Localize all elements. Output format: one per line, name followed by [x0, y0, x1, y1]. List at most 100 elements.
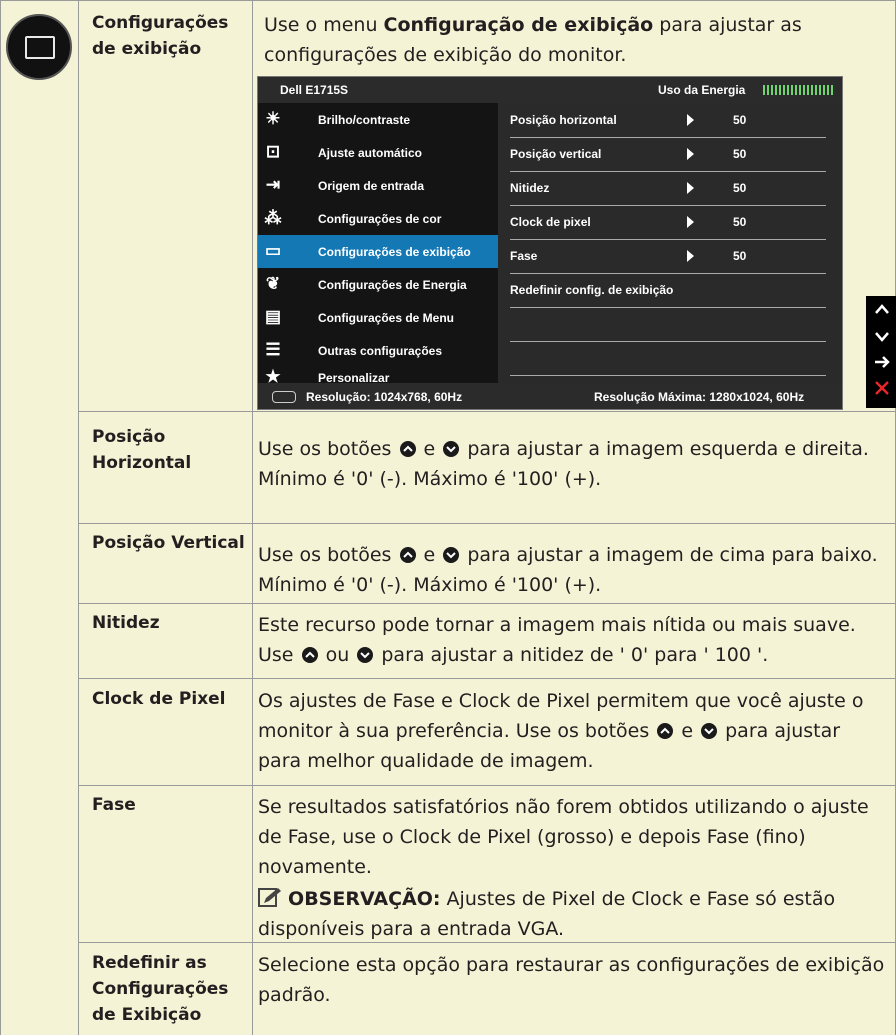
row-desc-sharpness: Este recurso pode tornar a imagem mais n… — [258, 610, 888, 670]
osd-menu-item[interactable]: ⊡ Ajuste automático — [258, 136, 498, 169]
osd-menu-label: Brilho/contraste — [318, 113, 411, 127]
display-settings-table: Configurações de exibição Use o menu Con… — [0, 0, 896, 1035]
osd-energy-label: Uso da Energia — [658, 83, 746, 97]
desc-text: Use os botões — [258, 544, 392, 566]
brightness-icon: ☀ — [265, 109, 281, 128]
note: OBSERVAÇÃO: Ajustes de Pixel de Clock e … — [258, 884, 888, 944]
border-top — [0, 0, 896, 1]
play-arrow-icon — [687, 148, 694, 160]
play-arrow-icon — [687, 182, 694, 194]
osd-resolution: Resolução: 1024x768, 60Hz — [306, 390, 463, 404]
up-arrow-icon[interactable] — [872, 300, 892, 324]
desc-text: para ajustar a nitidez de ' 0' para ' 10… — [381, 644, 769, 666]
up-button-icon — [657, 723, 674, 739]
row-divider — [78, 603, 896, 604]
row-desc-vertical-position: Use os botões e para ajustar a imagem de… — [258, 540, 888, 600]
osd-menu-item[interactable]: ★ Personalizar — [258, 367, 498, 386]
osd-menu-label: Configurações de exibição — [318, 245, 471, 259]
down-button-icon — [701, 723, 718, 739]
down-button-icon — [357, 647, 374, 663]
up-button-icon — [399, 441, 416, 457]
row-divider — [78, 678, 896, 679]
input-source-icon: ⇥ — [265, 175, 281, 194]
osd-submenu-label: Posição vertical — [510, 147, 602, 161]
intro-pre: Use o menu — [264, 14, 378, 36]
down-button-icon — [443, 441, 460, 457]
osd-menu-item[interactable]: ⁂ Configurações de cor — [258, 202, 498, 235]
down-button-icon — [443, 547, 460, 563]
row-label-reset-display: Redefinir as Configurações de Exibição — [92, 953, 229, 1025]
row-desc-pixel-clock: Os ajustes de Fase e Clock de Pixel perm… — [258, 686, 888, 776]
osd-menu-label: Configurações de cor — [318, 212, 442, 226]
display-settings-icon: ▭ — [264, 241, 282, 260]
energy-meter — [763, 85, 833, 95]
play-arrow-icon — [687, 216, 694, 228]
osd-menu: Dell E1715S Uso da Energia ☀ Brilho/contr… — [257, 76, 843, 410]
osd-submenu-label: Clock de pixel — [510, 215, 591, 229]
other-settings-icon: ☰ — [265, 340, 281, 359]
osd-menu-item[interactable]: ☰ Outras configurações — [258, 334, 498, 367]
osd-menu-label: Configurações de Energia — [318, 278, 467, 292]
color-settings-icon: ⁂ — [264, 208, 282, 227]
row-divider — [78, 523, 896, 524]
right-arrow-icon[interactable] — [872, 352, 892, 376]
osd-menu-item[interactable]: ☀ Brilho/contraste — [258, 103, 498, 136]
osd-header: Dell E1715S Uso da Energia — [258, 77, 842, 103]
osd-submenu-value: 50 — [733, 147, 747, 161]
desc-text: ou — [325, 644, 350, 666]
osd-submenu-empty — [510, 307, 826, 342]
osd-submenu-item[interactable]: Nitidez 50 — [510, 171, 826, 206]
osd-menu-label: Ajuste automático — [318, 146, 423, 160]
osd-nav-buttons — [866, 296, 896, 408]
play-arrow-icon — [687, 114, 694, 126]
osd-menu-label: Outras configurações — [318, 344, 443, 358]
osd-submenu-value: 50 — [733, 113, 747, 127]
intro-text: Use o menu Configuração de exibição para… — [264, 10, 884, 70]
osd-menu-label: Origem de entrada — [318, 179, 425, 193]
osd-submenu-value: 50 — [733, 181, 747, 195]
osd-menu-item[interactable]: ▤ Configurações de Menu — [258, 301, 498, 334]
row-desc-horizontal-position: Use os botões e para ajustar a imagem es… — [258, 434, 888, 494]
desc-text: e — [681, 720, 694, 742]
osd-submenu-label: Fase — [510, 249, 538, 263]
close-icon[interactable] — [872, 378, 892, 402]
osd-footer: Resolução: 1024x768, 60Hz Resolução Máxi… — [258, 383, 842, 409]
display-settings-icon — [6, 14, 72, 80]
row-label-vertical-position: Posição Vertical — [92, 533, 245, 553]
osd-submenu-item[interactable]: Posição horizontal 50 — [510, 103, 826, 138]
row-label-pixel-clock: Clock de Pixel — [92, 689, 226, 709]
desc-text: e — [423, 438, 436, 460]
vga-connector-icon — [272, 391, 296, 403]
auto-adjust-icon: ⊡ — [265, 142, 281, 161]
note-label: OBSERVAÇÃO: — [288, 888, 441, 910]
up-button-icon — [399, 547, 416, 563]
osd-submenu: Posição horizontal 50 Posição vertical 50 … — [498, 103, 842, 383]
border-icon-col — [78, 0, 79, 1035]
row-label-phase: Fase — [92, 795, 136, 815]
osd-menu-item[interactable]: ⇥ Origem de entrada — [258, 169, 498, 202]
desc-text: Use os botões — [258, 438, 392, 460]
osd-submenu-item[interactable]: Posição vertical 50 — [510, 137, 826, 172]
osd-submenu-item[interactable]: Redefinir config. de exibição — [510, 273, 826, 308]
row-desc-phase: Se resultados satisfatórios não forem ob… — [258, 796, 869, 878]
down-arrow-icon[interactable] — [872, 326, 892, 350]
osd-submenu-empty — [510, 341, 826, 376]
row-divider — [78, 411, 896, 412]
osd-menu-item-selected[interactable]: ▭ Configurações de exibição — [258, 235, 498, 268]
osd-submenu-item[interactable]: Fase 50 — [510, 239, 826, 274]
row-label-sharpness: Nitidez — [92, 613, 160, 633]
row-divider — [78, 785, 896, 786]
desc-text: e — [423, 544, 436, 566]
osd-menu-label: Configurações de Menu — [318, 311, 455, 325]
osd-max-resolution: Resolução Máxima: 1280x1024, 60Hz — [594, 390, 805, 404]
energy-icon: ❦ — [265, 274, 281, 293]
osd-submenu-label: Nitidez — [510, 181, 550, 195]
row-label-horizontal-position: Posição Horizontal — [92, 427, 192, 473]
osd-menu-item[interactable]: ❦ Configurações de Energia — [258, 268, 498, 301]
osd-submenu-item[interactable]: Clock de pixel 50 — [510, 205, 826, 240]
osd-submenu-label: Redefinir config. de exibição — [510, 283, 674, 297]
menu-settings-icon: ▤ — [264, 307, 282, 326]
osd-model: Dell E1715S — [280, 83, 349, 97]
pencil-note-icon — [258, 888, 281, 907]
up-button-icon — [301, 647, 318, 663]
